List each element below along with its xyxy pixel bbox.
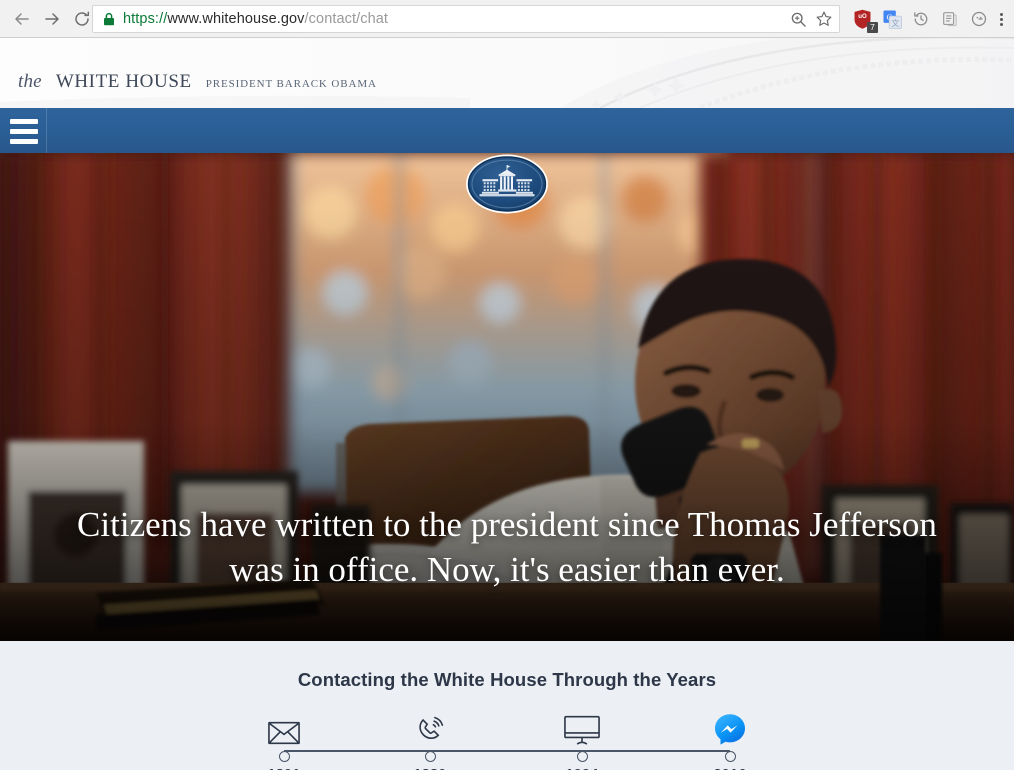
- omnibox-actions: [790, 6, 833, 32]
- url-host: www.whitehouse.gov: [167, 11, 305, 27]
- address-bar[interactable]: https://www.whitehouse.gov/contact/chat: [92, 5, 840, 33]
- svg-text:文: 文: [891, 18, 899, 28]
- wordmark-president: President Barack Obama: [205, 78, 377, 90]
- nav-divider: [46, 108, 47, 153]
- timeline: 1801 1880: [267, 709, 746, 770]
- timeline-dot-1880: [424, 751, 436, 762]
- extension-icons: uO 7 G 文: [848, 0, 1009, 38]
- copy-page-icon[interactable]: [935, 0, 964, 38]
- timeline-section: Contacting the White House Through the Y…: [0, 641, 1014, 770]
- envelope-icon: [252, 709, 316, 745]
- timeline-track: [284, 750, 730, 752]
- history-restore-icon[interactable]: [906, 0, 935, 38]
- timeline-title: Contacting the White House Through the Y…: [297, 669, 717, 690]
- chrome-menu-icon[interactable]: [993, 0, 1009, 38]
- url-scheme: https://: [123, 11, 168, 27]
- hero-caption: Citizens have written to the president s…: [0, 503, 1014, 593]
- svg-text:uO: uO: [858, 13, 867, 20]
- browser-nav-buttons: [0, 5, 96, 33]
- wordmark-the: the: [18, 71, 42, 92]
- zoom-search-icon[interactable]: [790, 11, 807, 28]
- timeline-item-2016[interactable]: 2016: [698, 709, 762, 770]
- desktop-monitor-icon: [550, 709, 614, 745]
- grammarly-icon[interactable]: [964, 0, 993, 38]
- site-nav-bar: [0, 108, 1014, 214]
- google-translate-icon[interactable]: G 文: [877, 0, 906, 38]
- wordmark-white-house: WHITE HOUSE: [55, 71, 192, 92]
- back-arrow-icon[interactable]: [8, 5, 36, 33]
- ublock-origin-icon[interactable]: uO 7: [848, 0, 878, 38]
- secure-lock-icon: [103, 12, 115, 26]
- white-house-seal[interactable]: [466, 154, 549, 214]
- timeline-dot-1994: [576, 751, 588, 762]
- timeline-item-1994[interactable]: 1994: [550, 709, 614, 770]
- bookmark-star-icon[interactable]: [815, 10, 833, 28]
- timeline-item-1880[interactable]: 1880: [398, 709, 462, 770]
- facebook-messenger-icon: [698, 709, 762, 745]
- timeline-dot-2016: [724, 751, 736, 762]
- forward-arrow-icon[interactable]: [38, 5, 66, 33]
- timeline-item-1801[interactable]: 1801: [252, 709, 316, 770]
- telephone-icon: [398, 709, 462, 745]
- hero-caption-line1: Citizens have written to the president s…: [77, 505, 937, 545]
- hamburger-menu-icon[interactable]: [8, 117, 40, 145]
- url-path: /contact/chat: [304, 11, 389, 27]
- hero-banner: Citizens have written to the president s…: [0, 153, 1014, 641]
- site-header: the WHITE HOUSE President Barack Obama: [0, 38, 1014, 108]
- site-wordmark[interactable]: the WHITE HOUSE President Barack Obama: [18, 71, 377, 93]
- browser-toolbar: https://www.whitehouse.gov/contact/chat: [0, 0, 1014, 38]
- hero-caption-line2: was in office. Now, it's easier than eve…: [229, 550, 785, 590]
- timeline-dot-1801: [278, 751, 290, 762]
- url-text: https://www.whitehouse.gov/contact/chat: [123, 11, 388, 27]
